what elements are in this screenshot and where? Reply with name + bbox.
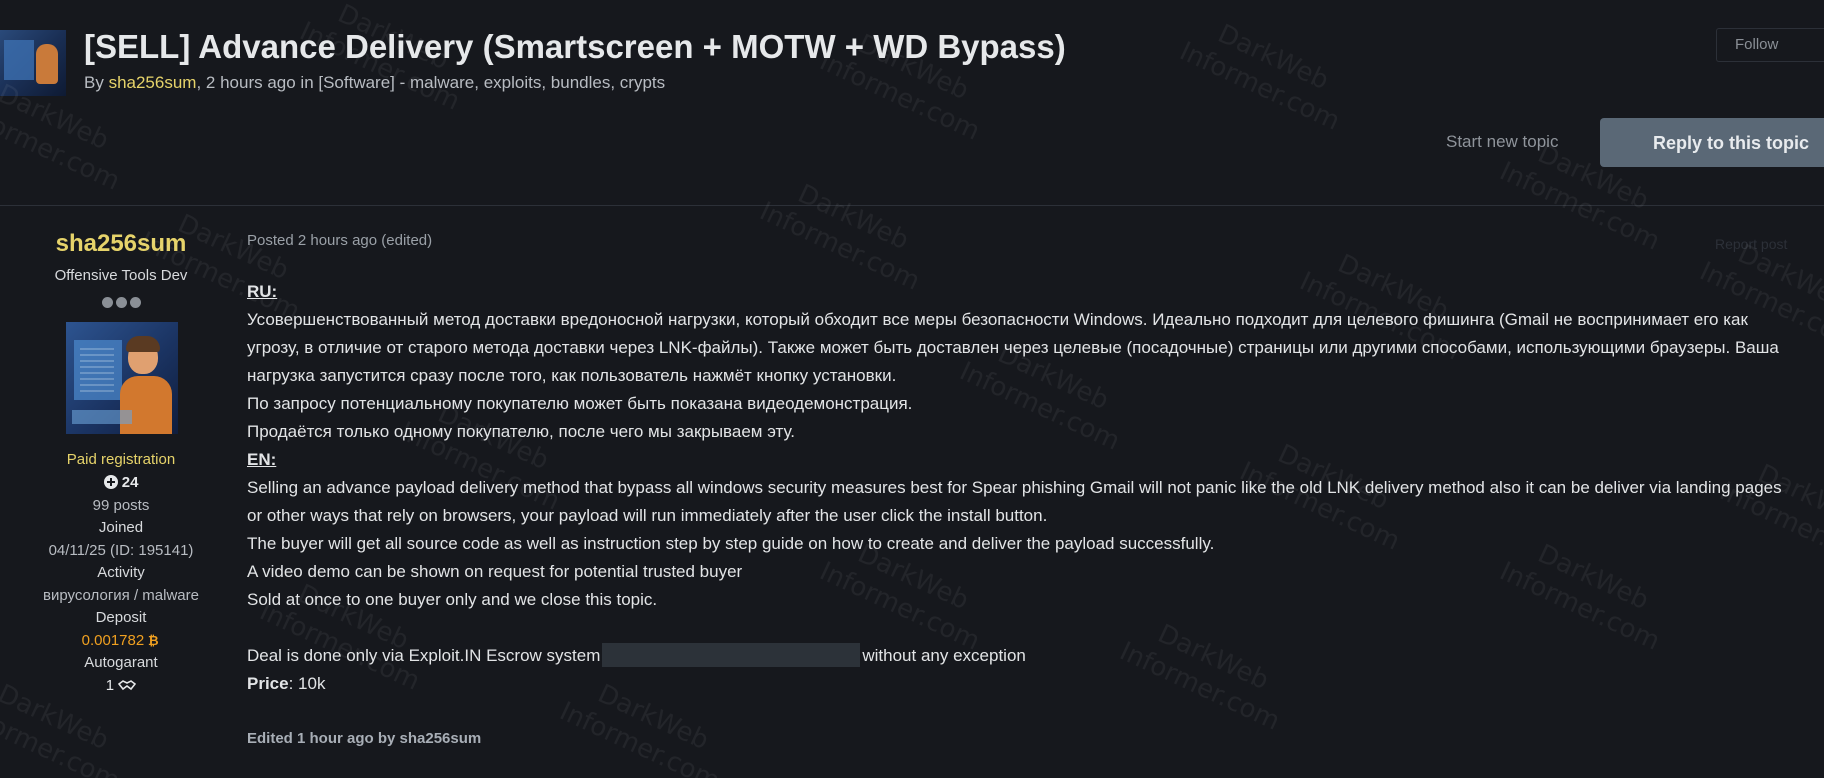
redacted-block bbox=[602, 643, 861, 667]
price-label: Price bbox=[247, 674, 289, 693]
handshake-icon bbox=[118, 677, 137, 694]
en-line: Sold at once to one buyer only and we cl… bbox=[247, 590, 658, 609]
price-line: Price: 10k bbox=[247, 670, 1824, 698]
ru-line: нагрузка запустится сразу после того, ка… bbox=[247, 366, 897, 385]
en-line: or other ways that rely on browsers, you… bbox=[247, 506, 1048, 525]
topic-title: [SELL] Advance Delivery (Smartscreen + M… bbox=[84, 28, 1066, 65]
en-line: Selling an advance payload delivery meth… bbox=[247, 478, 1782, 497]
autogarant-value: 1 bbox=[0, 677, 242, 694]
post-timestamp[interactable]: Posted 2 hours ago (edited) bbox=[247, 232, 432, 249]
deal-line: Deal is done only via Exploit.IN Escrow … bbox=[247, 642, 1824, 670]
rank-dots bbox=[100, 295, 145, 308]
reply-to-topic-button[interactable]: Reply to this topic bbox=[1600, 118, 1824, 167]
topic-meta: By sha256sum, 2 hours ago in [Software] … bbox=[84, 73, 665, 93]
topic-author-avatar[interactable] bbox=[0, 30, 66, 96]
en-heading: EN: bbox=[247, 450, 277, 469]
joined-value: 04/11/25 (ID: 195141) bbox=[48, 542, 194, 559]
ru-line: Продаётся только одному покупателю, посл… bbox=[247, 422, 796, 441]
activity-label: Activity bbox=[97, 564, 145, 581]
topic-header: [SELL] Advance Delivery (Smartscreen + M… bbox=[0, 0, 1824, 206]
author-avatar[interactable] bbox=[66, 322, 178, 434]
reputation-count: 24 bbox=[121, 474, 139, 491]
report-post-link[interactable]: Report post bbox=[1715, 236, 1787, 252]
author-name[interactable]: sha256sum bbox=[0, 230, 242, 258]
en-line: The buyer will get all source code as we… bbox=[247, 534, 1215, 553]
meta-by: By bbox=[84, 73, 109, 92]
post-body: RU: Усовершенствованный метод доставки в… bbox=[247, 278, 1824, 698]
topic-author-link[interactable]: sha256sum bbox=[109, 73, 197, 92]
deposit-value: 0.001782 ₿ bbox=[0, 632, 242, 649]
edited-note: Edited 1 hour ago by sha256sum bbox=[247, 730, 482, 747]
plus-circle-icon bbox=[103, 474, 122, 491]
ru-line: По запросу потенциальному покупателю мож… bbox=[247, 394, 913, 413]
deposit-amount: 0.001782 bbox=[81, 632, 145, 649]
deal-before: Deal is done only via Exploit.IN Escrow … bbox=[247, 646, 601, 665]
en-line: A video demo can be shown on request for… bbox=[247, 562, 743, 581]
member-group: Paid registration bbox=[66, 451, 176, 468]
autogarant-label: Autogarant bbox=[84, 654, 158, 671]
price-value: : 10k bbox=[288, 674, 326, 693]
activity-value: вирусология / malware bbox=[43, 587, 199, 604]
svg-text:₿: ₿ bbox=[148, 634, 159, 647]
bitcoin-icon: ₿ bbox=[148, 632, 160, 649]
start-new-topic-link[interactable]: Start new topic bbox=[1446, 132, 1558, 152]
joined-label: Joined bbox=[98, 519, 144, 536]
reputation[interactable]: 24 bbox=[0, 474, 242, 491]
ru-heading: RU: bbox=[247, 282, 278, 301]
author-title: Offensive Tools Dev bbox=[54, 267, 188, 284]
autogarant-count: 1 bbox=[105, 677, 115, 694]
follow-button[interactable]: Follow bbox=[1716, 28, 1824, 62]
ru-line: Усовершенствованный метод доставки вредо… bbox=[247, 310, 1748, 329]
deposit-label: Deposit bbox=[95, 609, 147, 626]
meta-rest: , 2 hours ago in [Software] - malware, e… bbox=[196, 73, 666, 92]
post-count: 99 posts bbox=[92, 497, 150, 514]
ru-line: угрозу, в отличие от старого метода дост… bbox=[247, 338, 1779, 357]
deal-after: without any exception bbox=[862, 646, 1026, 665]
